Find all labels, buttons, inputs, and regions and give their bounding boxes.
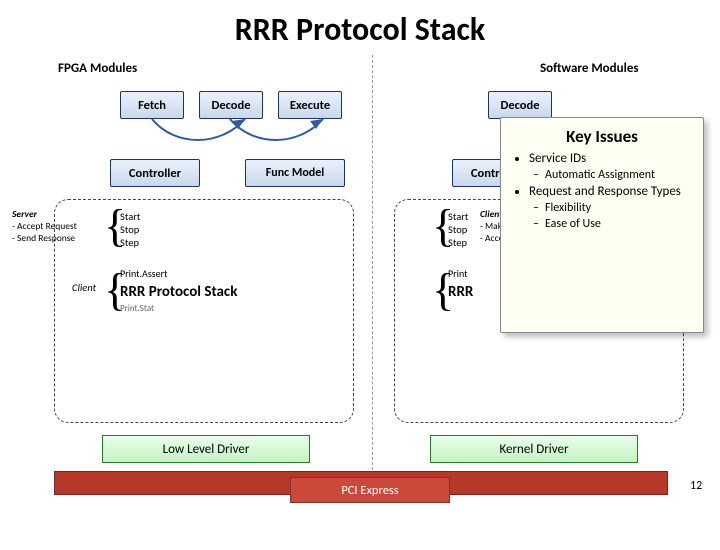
overlay-key-issues: Key Issues Service IDs Automatic Assignm… — [500, 117, 704, 333]
list-sss-left: Start Stop Step — [120, 210, 140, 249]
label-server: Server - Accept Request - Send Response — [12, 209, 100, 245]
box-decode-right: Decode — [488, 91, 552, 119]
overlay-item-service-ids: Service IDs Automatic Assignment — [529, 151, 693, 182]
box-funcmodel-left: Func Model — [245, 159, 345, 187]
overlay-sub-flex: Flexibility — [545, 201, 693, 215]
box-fetch: Fetch — [120, 91, 184, 119]
arrow-decode-execute — [228, 117, 328, 157]
vertical-divider — [372, 55, 373, 485]
box-execute: Execute — [278, 91, 342, 119]
box-decode: Decode — [199, 91, 263, 119]
print-right: Print — [448, 268, 467, 281]
label-software: Software Modules — [540, 61, 639, 76]
label-client-left: Client — [72, 281, 96, 294]
box-pci-express: PCI Express — [290, 477, 450, 503]
overlay-title: Key Issues — [511, 126, 693, 147]
list-sss-right: Start Stop Step — [448, 210, 468, 249]
overlay-item-req-resp: Request and Response Types Flexibility E… — [529, 184, 693, 231]
print-stat-left: Print.Stat — [120, 303, 154, 314]
box-kernel-driver: Kernel Driver — [430, 435, 638, 463]
overlay-sub-auto-assign: Automatic Assignment — [545, 168, 693, 182]
label-fpga: FPGA Modules — [58, 61, 137, 76]
print-assert-left: Print.Assert — [120, 268, 167, 281]
rrr-stack-left: RRR Protocol Stack — [120, 283, 237, 302]
box-controller-left: Controller — [110, 159, 200, 187]
box-low-level-driver: Low Level Driver — [102, 435, 310, 463]
rrr-stack-right: RRR — [448, 283, 473, 302]
slide-title: RRR Protocol Stack — [0, 10, 720, 49]
page-number: 12 — [690, 479, 702, 493]
diagram-stage: FPGA Modules Software Modules Fetch Deco… — [0, 55, 720, 525]
overlay-sub-ease: Ease of Use — [545, 217, 693, 231]
